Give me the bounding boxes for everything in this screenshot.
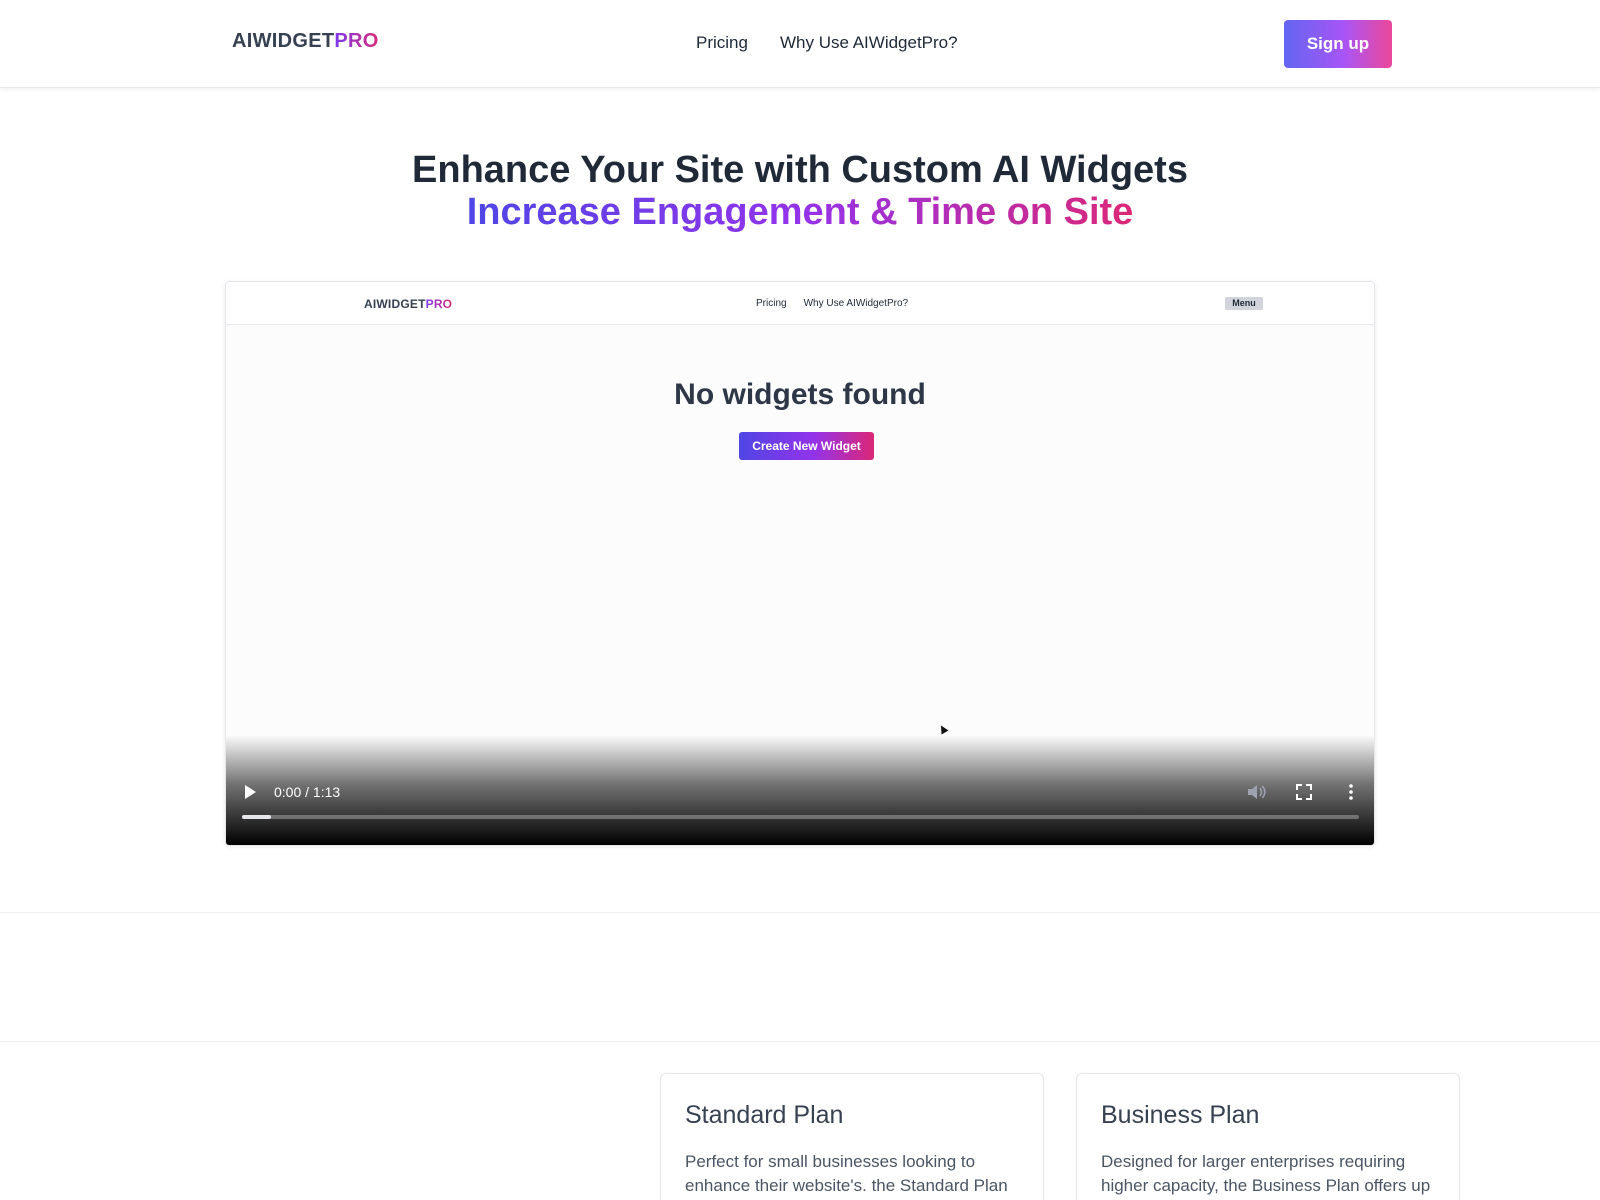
hero-subtitle: Increase Engagement & Time on Site — [0, 190, 1600, 234]
logo-main-text: AIWIDGET — [232, 30, 335, 52]
section-divider — [0, 1041, 1600, 1042]
video-inner-header: AIWIDGETPRO Pricing Why Use AIWidgetPro?… — [226, 282, 1374, 325]
video-time: 0:00 / 1:13 — [274, 784, 341, 800]
play-icon[interactable] — [245, 785, 256, 799]
plan-title: Standard Plan — [685, 1101, 844, 1129]
demo-video[interactable]: AIWIDGETPRO Pricing Why Use AIWidgetPro?… — [225, 281, 1375, 846]
plan-card-standard: Standard Plan Perfect for small business… — [660, 1073, 1044, 1200]
plan-description: Perfect for small businesses looking to … — [685, 1152, 1008, 1195]
volume-icon[interactable] — [1246, 783, 1268, 801]
logo[interactable]: AIWIDGETPRO — [232, 30, 379, 53]
more-options-icon[interactable] — [1348, 783, 1354, 801]
plan-description: Designed for larger enterprises requirin… — [1101, 1152, 1431, 1195]
plan-card-business: Business Plan Designed for larger enterp… — [1076, 1073, 1460, 1200]
hero-subtitle-text: Increase Engagement & Time on Site — [466, 191, 1134, 233]
video-empty-message: No widgets found — [674, 378, 926, 411]
video-nav-pricing: Pricing — [756, 298, 787, 309]
section-divider — [0, 912, 1600, 913]
video-menu-button: Menu — [1225, 297, 1263, 310]
fullscreen-icon[interactable] — [1295, 783, 1313, 801]
main-nav: Pricing Why Use AIWidgetPro? — [696, 33, 958, 53]
video-logo-main-text: AIWIDGET — [364, 297, 426, 311]
video-progress-track[interactable] — [242, 815, 1359, 819]
nav-link-why-use[interactable]: Why Use AIWidgetPro? — [780, 33, 958, 53]
nav-link-pricing[interactable]: Pricing — [696, 33, 748, 53]
video-nav-why-use: Why Use AIWidgetPro? — [803, 298, 909, 309]
site-header: AIWIDGETPRO Pricing Why Use AIWidgetPro?… — [0, 0, 1600, 88]
hero-title: Enhance Your Site with Custom AI Widgets — [412, 149, 1188, 191]
video-logo-accent-text: PRO — [425, 297, 453, 311]
video-inner-logo: AIWIDGETPRO — [364, 297, 452, 311]
video-progress-fill — [242, 815, 272, 819]
video-inner-nav: Pricing Why Use AIWidgetPro? — [756, 298, 908, 309]
signup-button[interactable]: Sign up — [1284, 20, 1392, 68]
video-mouse-cursor-icon — [937, 723, 949, 735]
video-controls: 0:00 / 1:13 — [226, 735, 1374, 845]
video-create-widget-button: Create New Widget — [739, 432, 874, 460]
logo-accent-text: PRO — [334, 30, 379, 52]
plan-title: Business Plan — [1101, 1101, 1260, 1129]
